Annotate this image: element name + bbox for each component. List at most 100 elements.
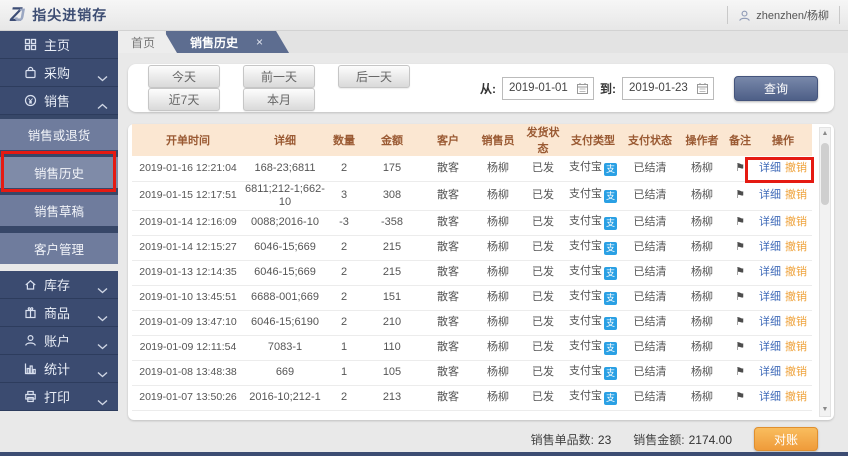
cell-amount: 308: [362, 181, 422, 211]
flag-icon[interactable]: ⚑: [735, 189, 745, 201]
sidebar-item-account[interactable]: 账户: [0, 327, 118, 355]
sidebar-item-sales-draft[interactable]: 销售草稿: [0, 195, 118, 226]
sidebar-item-customer-mgmt[interactable]: 客户管理: [0, 233, 118, 264]
cell-time: 2019-01-14 12:15:27: [132, 235, 244, 261]
cell-detail: 7083-1: [244, 335, 326, 361]
calendar-icon[interactable]: [696, 82, 709, 95]
revoke-link[interactable]: 撤销: [785, 341, 807, 353]
tab-label: 销售历史: [190, 35, 239, 50]
detail-link[interactable]: 详细: [759, 266, 781, 278]
quick-date-button-1[interactable]: 前一天: [243, 65, 315, 88]
column-header: 支付类型: [564, 124, 622, 156]
column-header: 备注: [726, 124, 754, 156]
tab-close-icon[interactable]: ×: [256, 35, 263, 49]
sidebar-item-home[interactable]: 主页: [0, 31, 118, 59]
cell-paystatus: 已结清: [622, 310, 678, 336]
cell-time: 2019-01-15 12:17:51: [132, 181, 244, 211]
detail-link[interactable]: 详细: [759, 316, 781, 328]
sidebar-item-stats[interactable]: 统计: [0, 355, 118, 383]
cell-sales: 杨柳: [474, 235, 522, 261]
from-date-value: 2019-01-01: [509, 82, 568, 94]
detail-link[interactable]: 详细: [759, 241, 781, 253]
quick-date-button-2[interactable]: 后一天: [338, 65, 410, 88]
alipay-icon: 支: [604, 162, 617, 176]
cell-paystatus: 已结清: [622, 235, 678, 261]
user-menu[interactable]: zhenzhen/杨柳: [727, 6, 840, 24]
alipay-icon: 支: [604, 292, 617, 305]
cell-customer: 散客: [422, 210, 474, 236]
flag-icon[interactable]: ⚑: [735, 291, 745, 303]
cell-sales: 杨柳: [474, 260, 522, 286]
detail-link[interactable]: 详细: [759, 291, 781, 303]
scrollbar-thumb[interactable]: [821, 143, 829, 205]
flag-icon[interactable]: ⚑: [735, 162, 745, 174]
chevron-down-icon: [97, 366, 108, 381]
cell-time: 2019-01-09 13:47:10: [132, 310, 244, 336]
cell-paystatus: 已结清: [622, 260, 678, 286]
detail-link[interactable]: 详细: [759, 189, 781, 201]
cell-paytype: 支付宝支: [564, 360, 622, 386]
cell-action: 详细 撤销: [754, 210, 812, 236]
sidebar-item-sales[interactable]: 销售: [0, 87, 118, 115]
vertical-scrollbar[interactable]: ▲ ▼: [819, 127, 831, 417]
table-row: 2019-01-10 13:45:51 6688-001;669 2 151 散客 杨柳已…: [132, 285, 812, 311]
table-row: 2019-01-09 12:11:54 7083-1 1 110 散客 杨柳 已发 支付宝支已…: [132, 335, 812, 361]
revoke-link[interactable]: 撤销: [785, 216, 807, 228]
chevron-down-icon: [97, 310, 108, 325]
column-header: 客户: [422, 124, 474, 156]
revoke-link[interactable]: 撤销: [785, 391, 807, 403]
sidebar-item-sales-history[interactable]: 销售历史: [0, 157, 118, 188]
sidebar-item-sales-or-return[interactable]: 销售或退货: [0, 119, 118, 150]
detail-link[interactable]: 详细: [759, 391, 781, 403]
cell-paystatus: 已结清: [622, 181, 678, 211]
flag-icon[interactable]: ⚑: [735, 341, 745, 353]
cell-customer: 散客: [422, 181, 474, 211]
item-count-stat: 销售单品数: 23: [531, 431, 612, 448]
revoke-link[interactable]: 撤销: [785, 266, 807, 278]
sidebar-item-goods[interactable]: 商品: [0, 299, 118, 327]
quick-date-button-3[interactable]: 近7天: [148, 88, 220, 111]
detail-link[interactable]: 详细: [759, 341, 781, 353]
cell-paystatus: 已结清: [622, 285, 678, 311]
detail-link[interactable]: 详细: [759, 162, 781, 174]
from-date-input[interactable]: 2019-01-01: [502, 76, 594, 100]
revoke-link[interactable]: 撤销: [785, 189, 807, 201]
table-row: 2019-01-14 12:15:27 6046-15;669 2 215 散客 杨柳 已发…: [132, 235, 812, 261]
scroll-up-arrow[interactable]: ▲: [822, 128, 829, 140]
pay-type-label: 支付宝: [569, 290, 602, 302]
query-button[interactable]: 查询: [734, 75, 818, 101]
scroll-down-arrow[interactable]: ▼: [822, 404, 829, 416]
revoke-link[interactable]: 撤销: [785, 162, 807, 174]
revoke-link[interactable]: 撤销: [785, 241, 807, 253]
flag-icon[interactable]: ⚑: [735, 391, 745, 403]
sidebar-item-inventory[interactable]: 库存: [0, 271, 118, 299]
flag-icon[interactable]: ⚑: [735, 366, 745, 378]
cell-qty: 1: [326, 335, 362, 361]
quick-date-button-0[interactable]: 今天: [148, 65, 220, 88]
cell-customer: 散客: [422, 285, 474, 311]
calendar-icon[interactable]: [576, 82, 589, 95]
alipay-icon: 支: [604, 392, 617, 405]
cell-note: ⚑: [726, 385, 754, 411]
revoke-link[interactable]: 撤销: [785, 291, 807, 303]
revoke-link[interactable]: 撤销: [785, 316, 807, 328]
detail-link[interactable]: 详细: [759, 366, 781, 378]
flag-icon[interactable]: ⚑: [735, 241, 745, 253]
sidebar-item-print[interactable]: 打印: [0, 383, 118, 411]
table-header-row: 开单时间 详细 数量 金额 客户 销售员 发货状态 支付类型 支付状态 操作者 备注 操作: [132, 124, 812, 156]
cell-sales: 杨柳: [474, 310, 522, 336]
cell-qty: 2: [326, 285, 362, 311]
detail-link[interactable]: 详细: [759, 216, 781, 228]
flag-icon[interactable]: ⚑: [735, 266, 745, 278]
revoke-link[interactable]: 撤销: [785, 366, 807, 378]
quick-date-button-4[interactable]: 本月: [243, 88, 315, 111]
sidebar: 主页 采购 销售销售或退货销售历史销售草稿客户管理库存 商品 账户 统计 打印: [0, 31, 118, 411]
to-date-input[interactable]: 2019-01-23: [622, 76, 714, 100]
cell-qty: 2: [326, 310, 362, 336]
sidebar-item-label: 销售草稿: [33, 205, 84, 219]
flag-icon[interactable]: ⚑: [735, 216, 745, 228]
flag-icon[interactable]: ⚑: [735, 316, 745, 328]
tab-sales-history[interactable]: 销售历史 ×: [166, 31, 289, 53]
sidebar-item-purchase[interactable]: 采购: [0, 59, 118, 87]
reconcile-button[interactable]: 对账: [754, 427, 818, 451]
